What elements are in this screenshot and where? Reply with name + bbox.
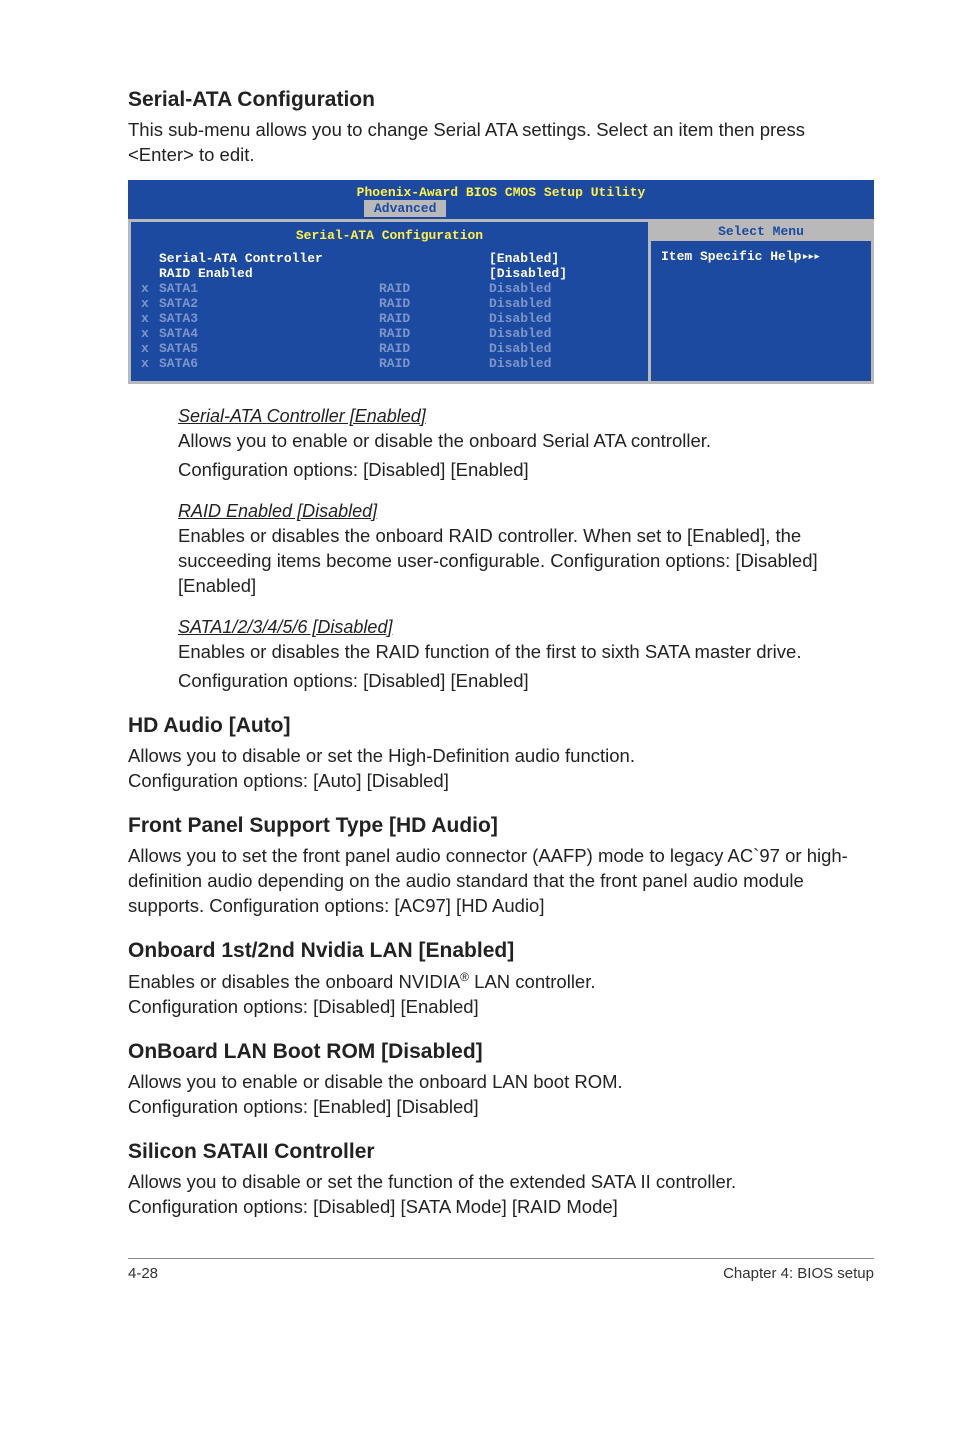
bios-row-x bbox=[141, 251, 159, 266]
bios-row-name: SATA6 bbox=[159, 356, 379, 371]
bios-row-mid: RAID bbox=[379, 326, 489, 341]
bios-setting-row: xSATA4RAIDDisabled bbox=[141, 326, 638, 341]
bios-left-header: Serial-ATA Configuration bbox=[141, 228, 638, 243]
bios-row-val: Disabled bbox=[489, 326, 638, 341]
bios-row-name: RAID Enabled bbox=[159, 266, 379, 281]
bios-row-name: SATA2 bbox=[159, 296, 379, 311]
subitem-text: Configuration options: [Disabled] [Enabl… bbox=[178, 458, 874, 483]
bios-row-name: SATA3 bbox=[159, 311, 379, 326]
bios-row-val: [Disabled] bbox=[489, 266, 638, 281]
bios-right-panel: Select Menu Item Specific Help▸▸▸ bbox=[648, 219, 874, 384]
bios-setting-row: xSATA1RAIDDisabled bbox=[141, 281, 638, 296]
bios-help-text: Item Specific Help▸▸▸ bbox=[661, 249, 861, 264]
bios-row-mid: RAID bbox=[379, 281, 489, 296]
registered-icon: ® bbox=[460, 970, 469, 984]
bios-setting-row: xSATA6RAIDDisabled bbox=[141, 356, 638, 371]
body-text: Configuration options: [Auto] [Disabled] bbox=[128, 769, 874, 794]
bios-row-x bbox=[141, 266, 159, 281]
page-footer: 4-28 Chapter 4: BIOS setup bbox=[128, 1258, 874, 1282]
bios-row-mid: RAID bbox=[379, 311, 489, 326]
bios-row-name: Serial-ATA Controller bbox=[159, 251, 379, 266]
bios-setting-row: RAID Enabled [Disabled] bbox=[141, 266, 638, 281]
bios-row-name: SATA1 bbox=[159, 281, 379, 296]
bios-row-x: x bbox=[141, 356, 159, 371]
heading-onboard-lan: Onboard 1st/2nd Nvidia LAN [Enabled] bbox=[128, 939, 874, 963]
bios-row-x: x bbox=[141, 311, 159, 326]
bios-row-val: Disabled bbox=[489, 356, 638, 371]
bios-setting-row: xSATA2RAIDDisabled bbox=[141, 296, 638, 311]
bios-row-val: Disabled bbox=[489, 281, 638, 296]
bios-row-mid: RAID bbox=[379, 356, 489, 371]
bios-tabs: Advanced bbox=[128, 200, 874, 219]
right-arrow-icon: ▸▸▸ bbox=[801, 249, 818, 264]
body-text: Allows you to set the front panel audio … bbox=[128, 844, 874, 919]
bios-row-x: x bbox=[141, 341, 159, 356]
bios-setting-row: xSATA3RAIDDisabled bbox=[141, 311, 638, 326]
bios-row-mid bbox=[379, 266, 489, 281]
bios-screenshot: Phoenix-Award BIOS CMOS Setup Utility Ad… bbox=[128, 180, 874, 384]
subitem-text: Configuration options: [Disabled] [Enabl… bbox=[178, 669, 874, 694]
chapter-label: Chapter 4: BIOS setup bbox=[723, 1265, 874, 1282]
heading-hd-audio: HD Audio [Auto] bbox=[128, 714, 874, 738]
bios-left-panel: Serial-ATA Configuration Serial-ATA Cont… bbox=[128, 219, 648, 384]
bios-row-val: Disabled bbox=[489, 341, 638, 356]
subitem-text: Enables or disables the onboard RAID con… bbox=[178, 524, 874, 599]
subitem-text: Enables or disables the RAID function of… bbox=[178, 640, 874, 665]
body-text: Configuration options: [Disabled] [Enabl… bbox=[128, 995, 874, 1020]
body-text: Configuration options: [Enabled] [Disabl… bbox=[128, 1095, 874, 1120]
bios-right-header: Select Menu bbox=[651, 222, 871, 241]
bios-tab-advanced: Advanced bbox=[364, 200, 446, 217]
body-text: Allows you to disable or set the functio… bbox=[128, 1170, 874, 1195]
bios-row-x: x bbox=[141, 281, 159, 296]
bios-row-val: Disabled bbox=[489, 296, 638, 311]
bios-row-mid bbox=[379, 251, 489, 266]
page-number: 4-28 bbox=[128, 1265, 158, 1282]
bios-row-val: Disabled bbox=[489, 311, 638, 326]
bios-help-label: Item Specific Help bbox=[661, 249, 801, 264]
bios-row-val: [Enabled] bbox=[489, 251, 638, 266]
bios-setting-row: xSATA5RAIDDisabled bbox=[141, 341, 638, 356]
body-text: Allows you to disable or set the High-De… bbox=[128, 744, 874, 769]
subitem-text: Allows you to enable or disable the onbo… bbox=[178, 429, 874, 454]
heading-serial-ata-config: Serial-ATA Configuration bbox=[128, 88, 874, 112]
intro-text: This sub-menu allows you to change Seria… bbox=[128, 118, 874, 168]
heading-onboard-bootrom: OnBoard LAN Boot ROM [Disabled] bbox=[128, 1040, 874, 1064]
bios-setting-row: Serial-ATA Controller [Enabled] bbox=[141, 251, 638, 266]
heading-front-panel: Front Panel Support Type [HD Audio] bbox=[128, 814, 874, 838]
bios-row-mid: RAID bbox=[379, 296, 489, 311]
bios-row-x: x bbox=[141, 296, 159, 311]
bios-row-name: SATA5 bbox=[159, 341, 379, 356]
bios-row-name: SATA4 bbox=[159, 326, 379, 341]
heading-silicon: Silicon SATAII Controller bbox=[128, 1140, 874, 1164]
body-text: Allows you to enable or disable the onbo… bbox=[128, 1070, 874, 1095]
bios-row-x: x bbox=[141, 326, 159, 341]
body-text: Configuration options: [Disabled] [SATA … bbox=[128, 1195, 874, 1220]
subitem-title-sata-n: SATA1/2/3/4/5/6 [Disabled] bbox=[178, 617, 874, 638]
subitem-title-sata-controller: Serial-ATA Controller [Enabled] bbox=[178, 406, 874, 427]
subitem-title-raid: RAID Enabled [Disabled] bbox=[178, 501, 874, 522]
text-span: LAN controller. bbox=[469, 971, 595, 992]
bios-row-mid: RAID bbox=[379, 341, 489, 356]
bios-title: Phoenix-Award BIOS CMOS Setup Utility bbox=[128, 180, 874, 200]
text-span: Enables or disables the onboard NVIDIA bbox=[128, 971, 460, 992]
body-text: Enables or disables the onboard NVIDIA® … bbox=[128, 969, 874, 995]
